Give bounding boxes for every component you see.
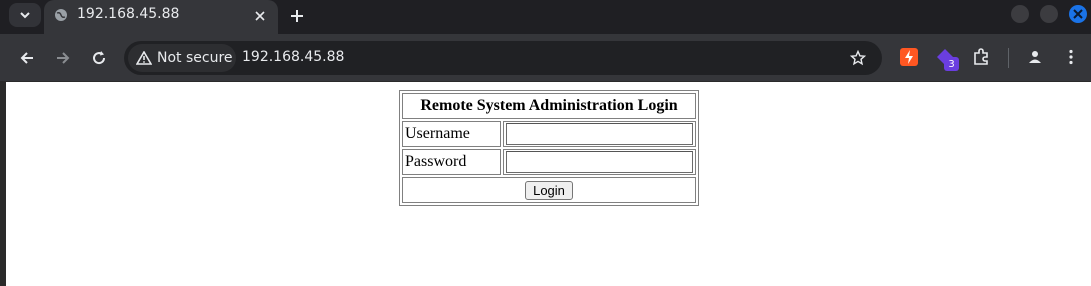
close-icon xyxy=(255,11,265,21)
extension-badge-count: 3 xyxy=(944,57,959,71)
browser-toolbar: Not secure 192.168.45.88 xyxy=(0,34,1091,81)
password-cell xyxy=(503,149,696,175)
warning-icon xyxy=(136,51,152,65)
person-icon xyxy=(1029,51,1041,63)
arrow-left-icon xyxy=(20,52,33,64)
extension-button-orange[interactable] xyxy=(898,46,920,68)
tab-strip: 192.168.45.88 xyxy=(0,0,1091,34)
puzzle-icon xyxy=(974,48,988,65)
toolbar-divider xyxy=(1008,48,1009,68)
minimize-button[interactable] xyxy=(1011,5,1029,23)
bookmark-button[interactable] xyxy=(848,48,868,68)
back-button[interactable] xyxy=(15,46,39,70)
tab-search-button[interactable] xyxy=(9,3,41,27)
forward-button[interactable] xyxy=(51,46,75,70)
page-top-border xyxy=(0,81,1091,82)
submit-cell: Login xyxy=(402,177,696,203)
password-input[interactable] xyxy=(506,151,693,173)
username-cell xyxy=(503,121,696,147)
security-chip[interactable]: Not secure xyxy=(128,44,236,72)
maximize-button[interactable] xyxy=(1040,5,1058,23)
login-title: Remote System Administration Login xyxy=(402,93,696,119)
active-tab[interactable]: 192.168.45.88 xyxy=(44,0,278,34)
tab-close-button[interactable] xyxy=(251,7,269,25)
globe-icon xyxy=(55,9,67,21)
plus-icon xyxy=(291,10,303,22)
address-bar[interactable]: Not secure 192.168.45.88 xyxy=(124,41,882,75)
arrow-right-icon xyxy=(57,52,70,64)
reload-icon xyxy=(93,51,106,65)
profile-button[interactable] xyxy=(1024,46,1046,68)
login-button[interactable]: Login xyxy=(525,180,573,200)
page-left-edge xyxy=(0,82,6,286)
star-icon xyxy=(850,50,866,66)
chevron-down-icon xyxy=(20,12,30,19)
username-input[interactable] xyxy=(506,123,693,145)
username-label: Username xyxy=(402,121,501,147)
browser-menu-button[interactable] xyxy=(1060,46,1082,68)
login-table: Remote System Administration Login Usern… xyxy=(399,90,699,206)
close-icon xyxy=(1073,9,1083,19)
lightning-extension-icon xyxy=(900,48,918,66)
url-text[interactable]: 192.168.45.88 xyxy=(242,49,344,65)
extensions-menu-button[interactable] xyxy=(970,46,992,68)
more-vertical-icon xyxy=(1069,49,1073,65)
window-close-button[interactable] xyxy=(1069,5,1087,23)
security-label: Not secure xyxy=(157,50,233,66)
new-tab-button[interactable] xyxy=(286,5,308,27)
tab-title: 192.168.45.88 xyxy=(77,6,180,22)
password-label: Password xyxy=(402,149,501,175)
reload-button[interactable] xyxy=(87,46,111,70)
